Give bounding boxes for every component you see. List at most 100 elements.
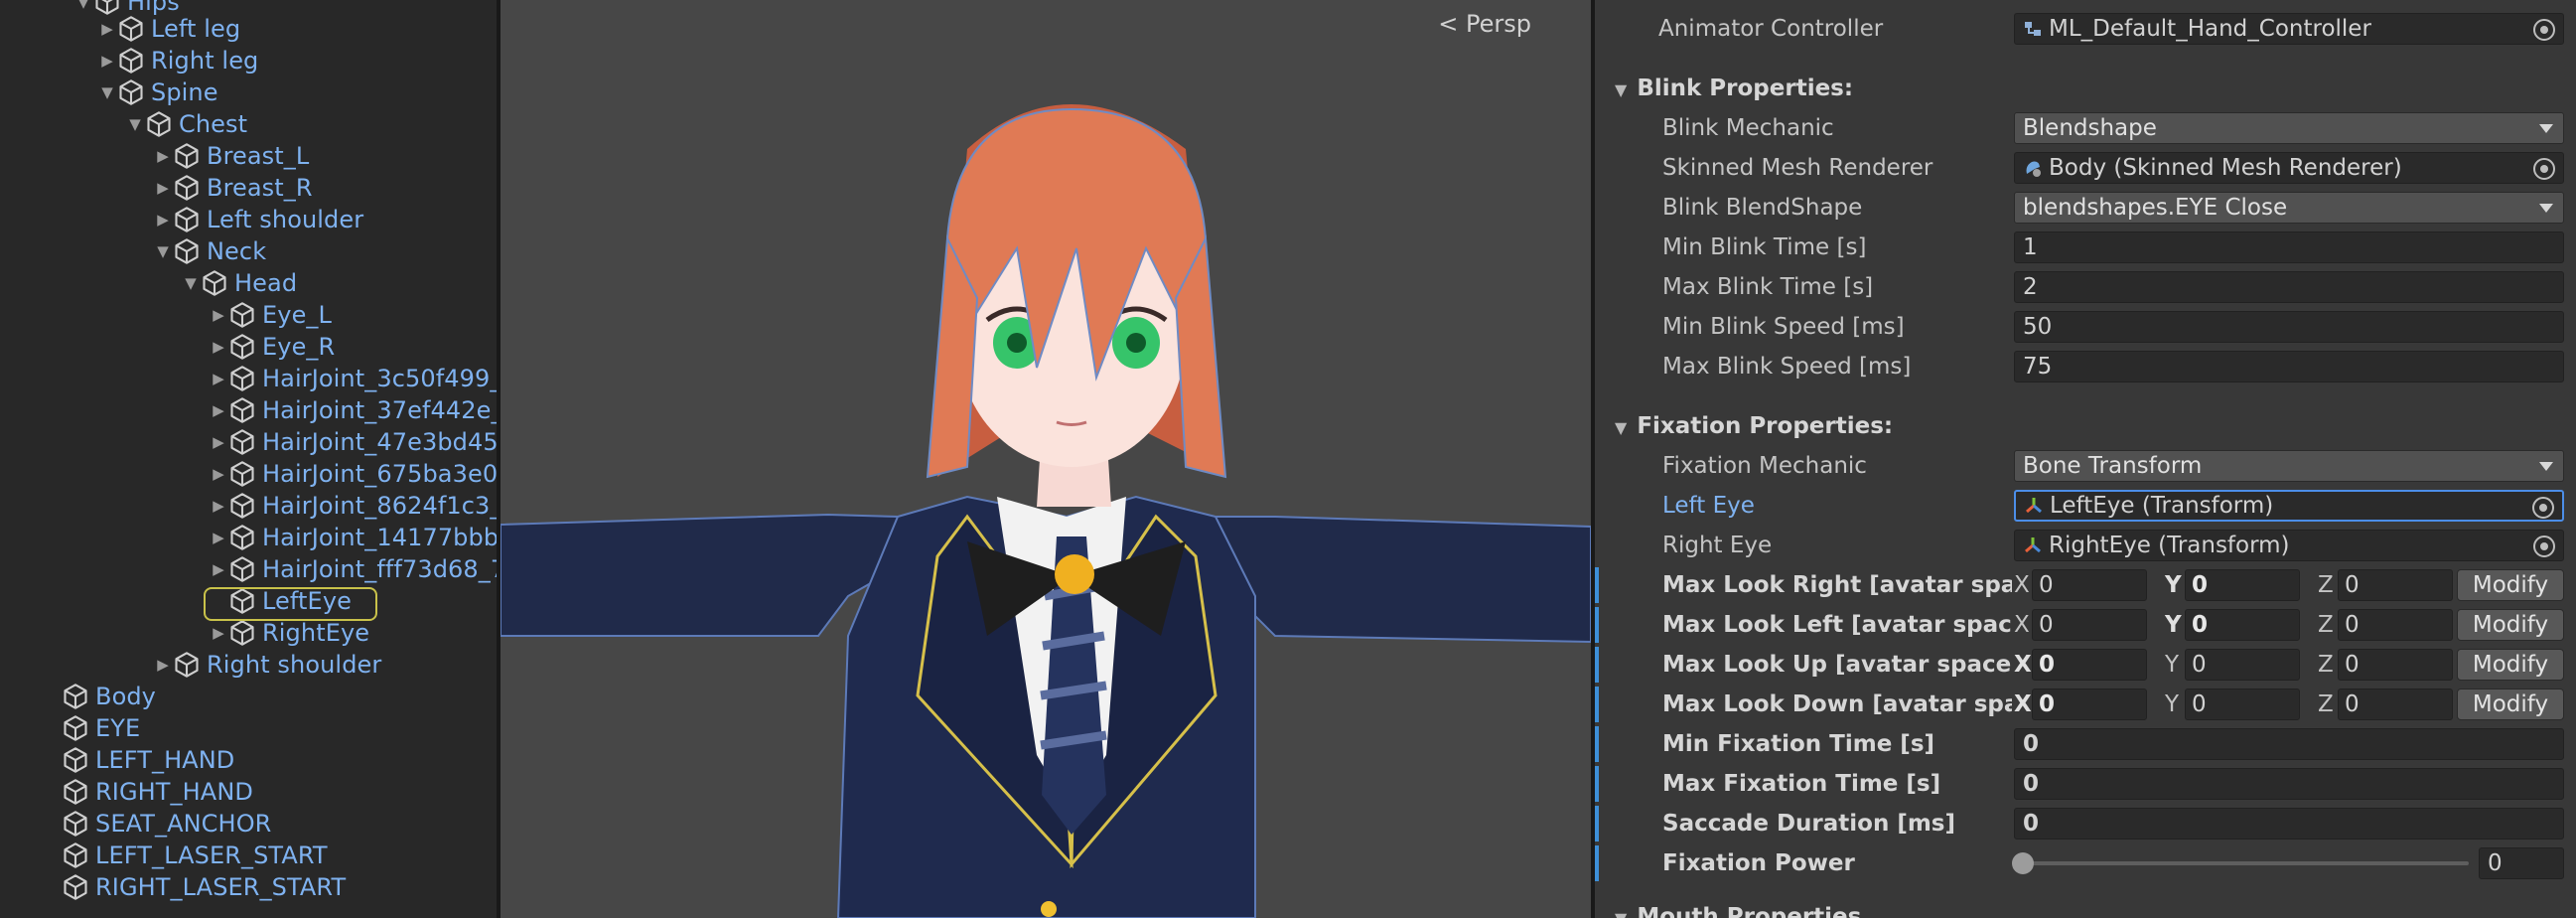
scene-view[interactable]: < Persp: [501, 0, 1591, 918]
blink-blendshape-row: Blink BlendShape blendshapes.EYE Close: [1595, 190, 2576, 226]
foldout-arrow-icon[interactable]: ▶: [209, 529, 228, 546]
foldout-arrow-icon[interactable]: ▶: [209, 497, 228, 515]
foldout-arrow-icon[interactable]: ▶: [153, 179, 173, 197]
hierarchy-item[interactable]: ▼ Spine: [97, 76, 218, 108]
foldout-arrow-icon[interactable]: ▼: [73, 0, 93, 11]
foldout-arrow-icon[interactable]: ▶: [209, 306, 228, 324]
look-right-z-input[interactable]: 0: [2338, 569, 2453, 601]
hierarchy-item[interactable]: Body: [42, 681, 156, 712]
foldout-arrow-icon[interactable]: ▼: [153, 242, 173, 260]
foldout-arrow-icon[interactable]: ▶: [209, 560, 228, 578]
hierarchy-item[interactable]: ▶ HairJoint_14177bbb_: [209, 522, 497, 553]
fixation-mechanic-dropdown[interactable]: Bone Transform: [2014, 450, 2564, 482]
hierarchy-item[interactable]: ▶ Eye_L: [209, 299, 332, 331]
hierarchy-item[interactable]: SEAT_ANCHOR: [42, 808, 271, 840]
hierarchy-item[interactable]: ▶ HairJoint_3c50f499_: [209, 363, 497, 394]
animator-controller-field[interactable]: ML_Default_Hand_Controller: [2014, 13, 2564, 45]
foldout-arrow-icon[interactable]: ▶: [153, 211, 173, 229]
foldout-arrow-icon[interactable]: ▶: [209, 624, 228, 642]
hierarchy-item[interactable]: ▼ Chest: [125, 108, 247, 140]
blink-properties-header[interactable]: ▼ Blink Properties:: [1595, 71, 2576, 106]
object-picker-icon[interactable]: [2533, 536, 2555, 557]
object-picker-icon[interactable]: [2533, 158, 2555, 180]
hierarchy-item[interactable]: ▶ Right leg: [97, 45, 258, 76]
hierarchy-item[interactable]: ▶ Right shoulder: [153, 649, 381, 681]
foldout-arrow-icon[interactable]: ▶: [97, 52, 117, 70]
hierarchy-item[interactable]: EYE: [42, 712, 140, 744]
hierarchy-item[interactable]: ▶ HairJoint_fff73d68_7: [209, 553, 497, 585]
modify-button[interactable]: Modify: [2457, 649, 2564, 681]
look-right-y-input[interactable]: 0: [2185, 569, 2300, 601]
look-down-y-input[interactable]: 0: [2185, 688, 2300, 720]
hierarchy-item[interactable]: ▶ Eye_R: [209, 331, 335, 363]
hierarchy-item[interactable]: ▶ Left shoulder: [153, 204, 363, 235]
hierarchy-item[interactable]: ▶ HairJoint_675ba3e0: [209, 458, 497, 490]
hierarchy-item[interactable]: ▶ HairJoint_8624f1c3_: [209, 490, 497, 522]
fixation-power-input[interactable]: 0: [2479, 847, 2564, 879]
foldout-arrow-icon[interactable]: ▶: [153, 147, 173, 165]
foldout-arrow-icon[interactable]: ▼: [1615, 909, 1627, 918]
foldout-arrow-icon[interactable]: ▼: [1615, 80, 1627, 99]
fixation-properties-header[interactable]: ▼ Fixation Properties:: [1595, 408, 2576, 444]
look-right-x-input[interactable]: 0: [2032, 569, 2147, 601]
saccade-duration-input[interactable]: 0: [2014, 808, 2564, 840]
max-blink-speed-input[interactable]: 75: [2014, 351, 2564, 382]
min-blink-speed-input[interactable]: 50: [2014, 311, 2564, 343]
hierarchy-item[interactable]: ▶ Breast_R: [153, 172, 313, 204]
look-down-x-input[interactable]: 0: [2032, 688, 2147, 720]
hierarchy-item[interactable]: ▼ Head: [181, 267, 297, 299]
object-picker-icon[interactable]: [2532, 497, 2554, 519]
avatar-render[interactable]: [501, 0, 1591, 918]
foldout-arrow-icon[interactable]: ▼: [125, 115, 145, 133]
hierarchy-item[interactable]: ▶ HairJoint_47e3bd45: [209, 426, 497, 458]
hierarchy-item[interactable]: ▶ Left leg: [97, 13, 240, 45]
hierarchy-item[interactable]: RIGHT_LASER_START: [42, 871, 346, 903]
hierarchy-item[interactable]: LEFT_HAND: [42, 744, 234, 776]
blink-blendshape-dropdown[interactable]: blendshapes.EYE Close: [2014, 192, 2564, 224]
left-eye-field[interactable]: LeftEye (Transform): [2014, 490, 2564, 522]
modify-button[interactable]: Modify: [2457, 609, 2564, 641]
look-left-x-input[interactable]: 0: [2032, 609, 2147, 641]
hierarchy-item[interactable]: ▼ Neck: [153, 235, 266, 267]
hierarchy-item[interactable]: ▶ HairJoint_37ef442e_: [209, 394, 497, 426]
persp-toggle[interactable]: < Persp: [1438, 10, 1531, 38]
object-picker-icon[interactable]: [2533, 19, 2555, 41]
foldout-arrow-icon[interactable]: ▶: [153, 656, 173, 674]
fixation-power-slider[interactable]: [2024, 861, 2469, 865]
foldout-arrow-icon[interactable]: ▶: [209, 401, 228, 419]
blink-mechanic-dropdown[interactable]: Blendshape: [2014, 112, 2564, 144]
max-blink-time-input[interactable]: 2: [2014, 271, 2564, 303]
min-fixation-time-input[interactable]: 0: [2014, 728, 2564, 760]
field-label: Max Look Right [avatar space]: [1662, 572, 2012, 598]
mouth-properties-header[interactable]: ▼ Mouth Properties: [1595, 899, 2576, 918]
axis-label-y: Y: [2165, 652, 2180, 678]
min-blink-time-input[interactable]: 1: [2014, 231, 2564, 263]
slider-handle[interactable]: [2012, 852, 2034, 874]
hierarchy-item[interactable]: LEFT_LASER_START: [42, 840, 328, 871]
look-left-z-input[interactable]: 0: [2338, 609, 2453, 641]
hierarchy-item[interactable]: ▶ Breast_L: [153, 140, 309, 172]
foldout-arrow-icon[interactable]: ▶: [97, 20, 117, 38]
right-eye-field[interactable]: RightEye (Transform): [2014, 530, 2564, 561]
look-down-z-input[interactable]: 0: [2338, 688, 2453, 720]
hierarchy-item[interactable]: RIGHT_HAND: [42, 776, 253, 808]
foldout-arrow-icon[interactable]: ▼: [1615, 418, 1627, 437]
foldout-arrow-icon[interactable]: ▶: [209, 370, 228, 387]
hierarchy-item[interactable]: ▶ RightEye: [209, 617, 369, 649]
max-fixation-time-input[interactable]: 0: [2014, 768, 2564, 800]
look-left-y-input[interactable]: 0: [2185, 609, 2300, 641]
foldout-arrow-icon[interactable]: ▶: [209, 433, 228, 451]
modify-button[interactable]: Modify: [2457, 688, 2564, 720]
skinned-mesh-renderer-field[interactable]: Body (Skinned Mesh Renderer): [2014, 152, 2564, 184]
modified-indicator: [1595, 607, 1599, 643]
chevron-down-icon: [2539, 204, 2553, 213]
look-up-z-input[interactable]: 0: [2338, 649, 2453, 681]
modify-button[interactable]: Modify: [2457, 569, 2564, 601]
foldout-arrow-icon[interactable]: ▶: [209, 465, 228, 483]
foldout-arrow-icon[interactable]: ▼: [181, 274, 201, 292]
foldout-arrow-icon[interactable]: ▼: [97, 83, 117, 101]
look-up-x-input[interactable]: 0: [2032, 649, 2147, 681]
look-up-y-input[interactable]: 0: [2185, 649, 2300, 681]
foldout-arrow-icon[interactable]: ▶: [209, 338, 228, 356]
hierarchy-item-label: LEFT_LASER_START: [95, 842, 328, 869]
